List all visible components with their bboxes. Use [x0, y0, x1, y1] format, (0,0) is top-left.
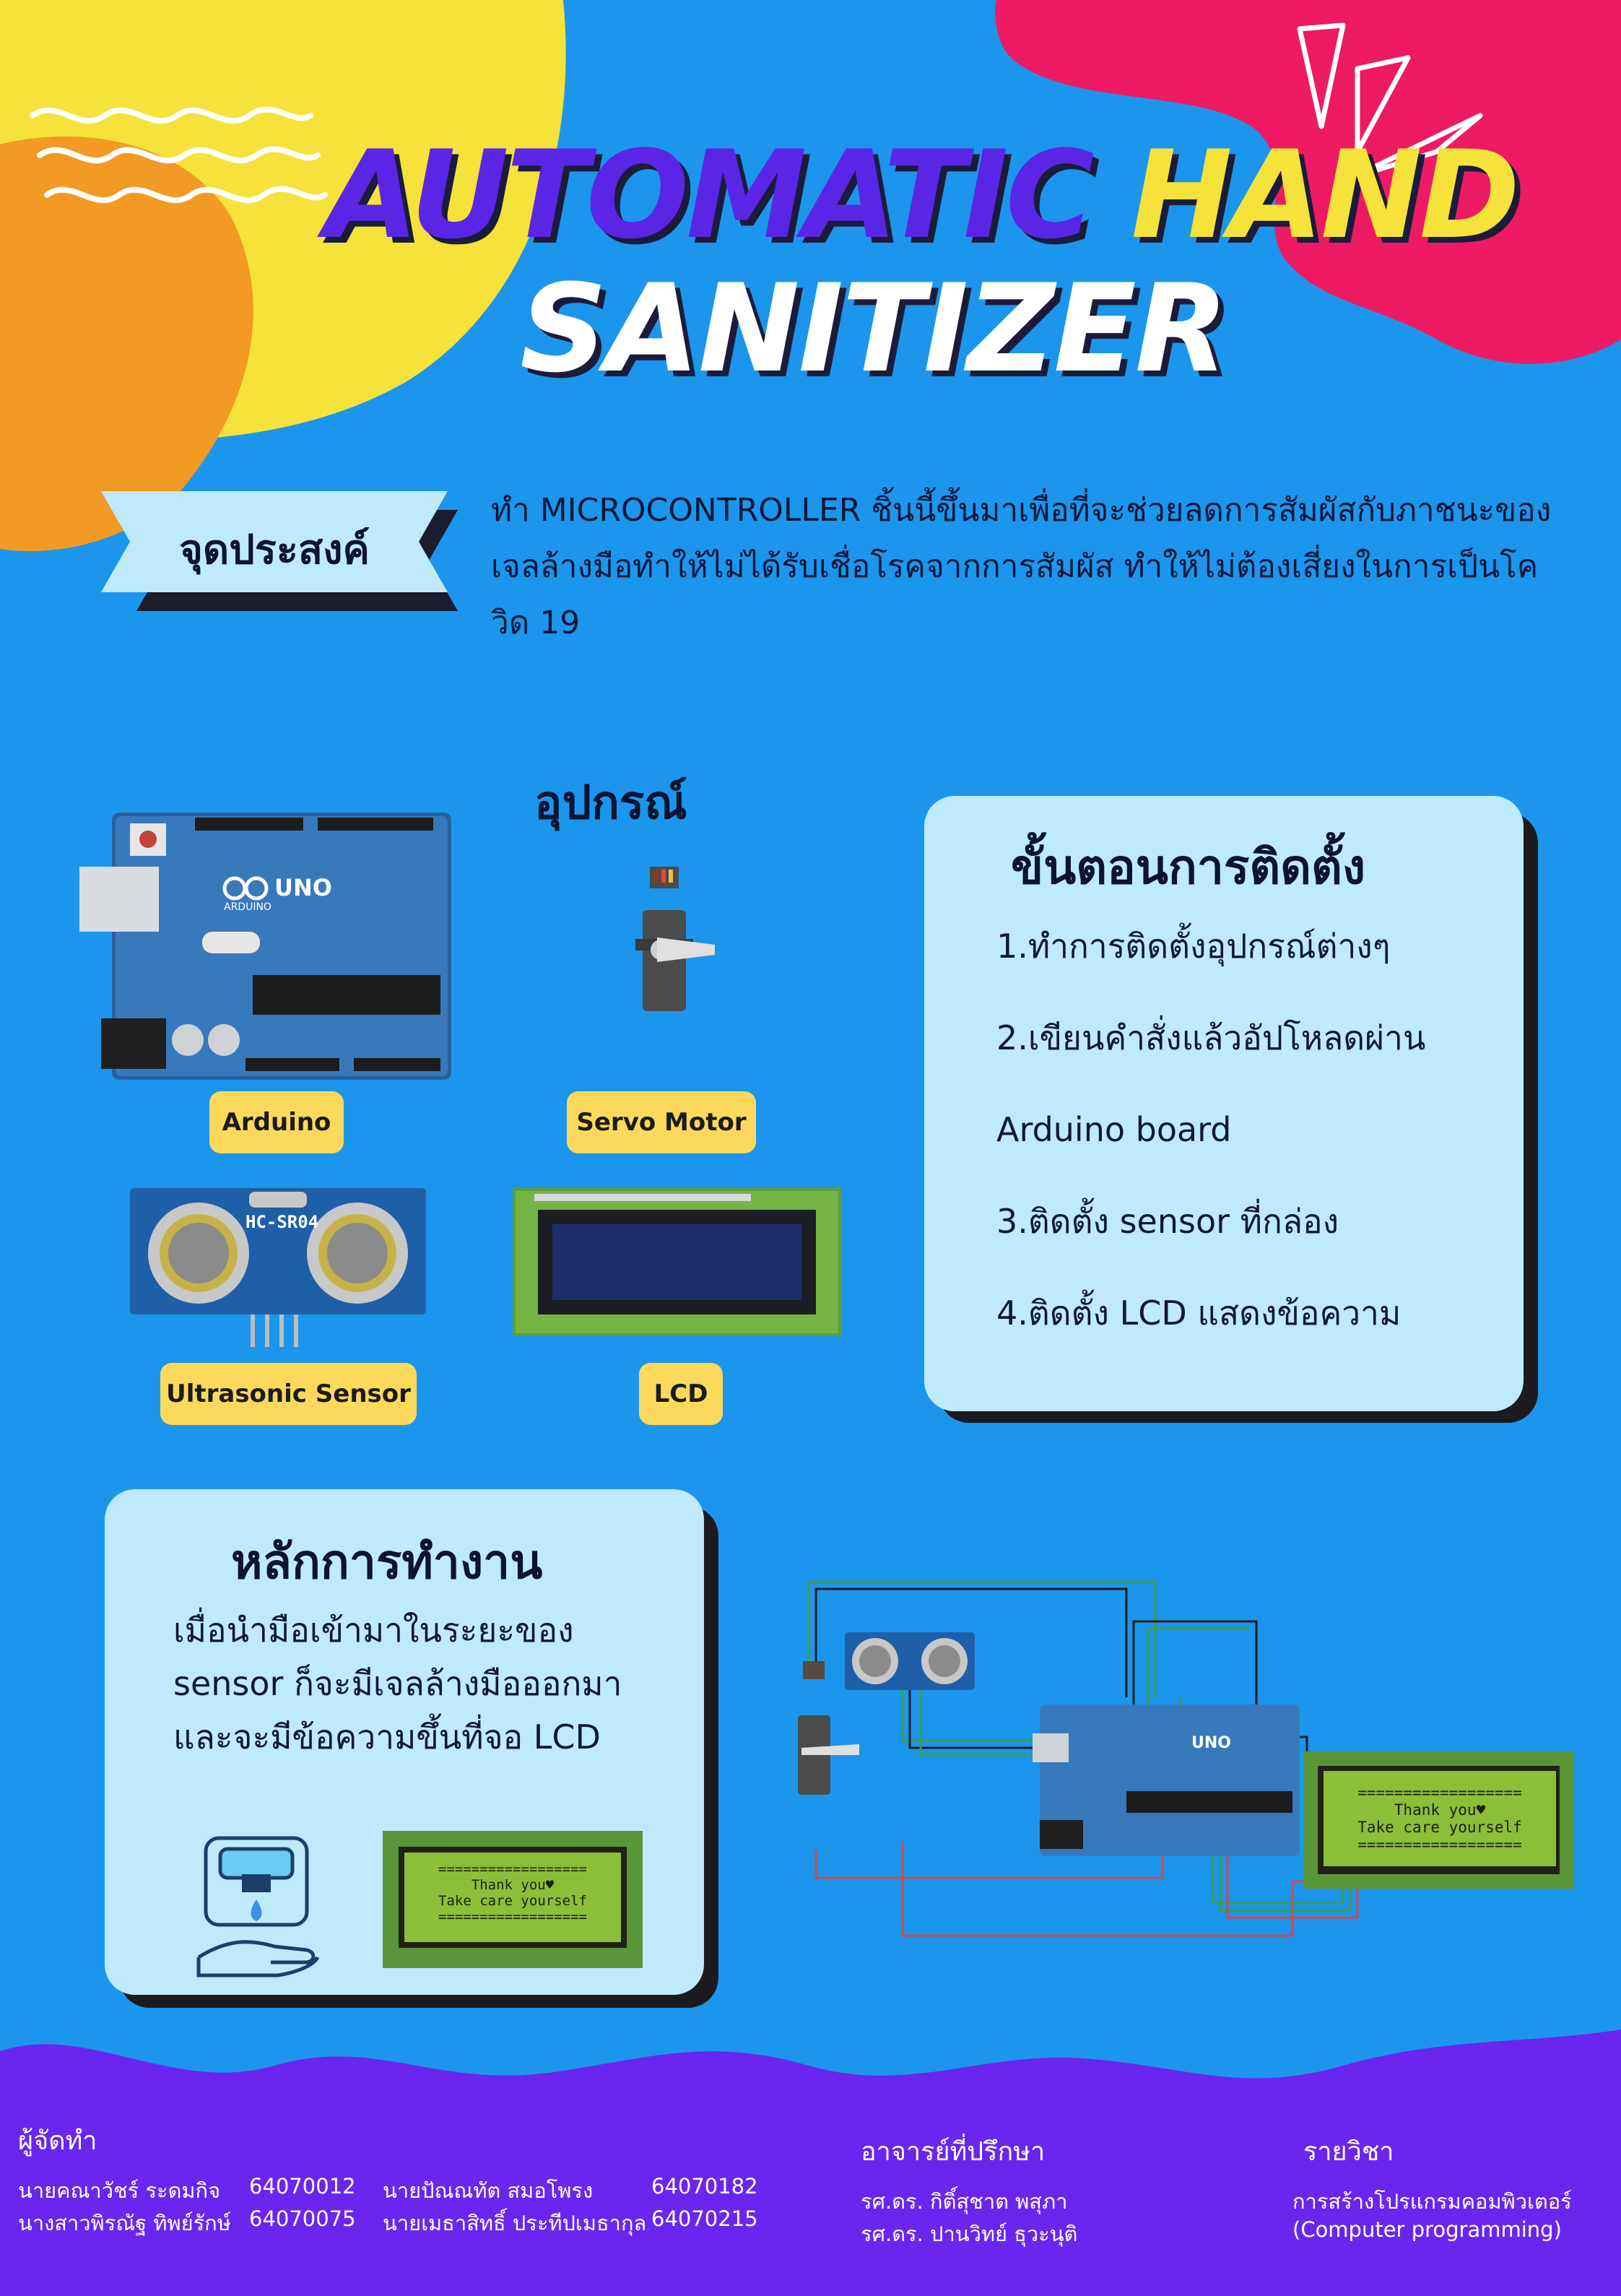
install-step: 2.เขียนคำสั่งแล้วอัปโหลดผ่าน: [996, 1018, 1426, 1057]
principle-lcd-screen: ================== Thank you♥ Take care …: [404, 1853, 621, 1942]
poster: AUTOMATIC HAND SANITIZER จุดประสงค์ ทำ M…: [0, 0, 1621, 2296]
title-hand: HAND: [1131, 124, 1520, 266]
orange-blob: [0, 136, 253, 552]
arduino-uno-text: UNO: [274, 874, 332, 901]
principle-lcd-frame: ================== Thank you♥ Take care …: [383, 1831, 643, 1968]
lcd-border-bottom: ==================: [1357, 1836, 1522, 1853]
advisor-title: อาจารย์ที่ปรึกษา: [861, 2137, 1046, 2167]
servo-motor-image: [635, 867, 715, 1011]
course-title: รายวิชา: [1303, 2137, 1394, 2167]
objective-label: จุดประสงค์: [179, 526, 370, 573]
advisor-name: รศ.ดร. ปานวิทย์ ธุวะนุติ: [861, 2222, 1078, 2246]
advisor-name: รศ.ดร. กิติ์สุชาต พสุภา: [861, 2189, 1068, 2214]
organizer-name: นายเมธาสิทธิ์ ประทีปเมธากุล: [383, 2211, 647, 2235]
lcd-border-top: ==================: [438, 1861, 587, 1877]
equipment-label-arduino: Arduino: [209, 1091, 344, 1153]
lcd-line-1: Thank you♥: [1394, 1801, 1486, 1819]
equipment-label-servo: Servo Motor: [567, 1091, 756, 1153]
principle-text: เมื่อนำมือเข้ามาในระยะของ sensor ก็จะมีเ…: [173, 1603, 693, 1764]
organizer-name: นายปัณณทัต สมอโพรง: [383, 2178, 594, 2203]
install-step: 1.ทำการติดตั้งอุปกรณ์ต่างๆ: [996, 927, 1391, 966]
arduino-board-image: UNO ARDUINO: [79, 813, 451, 1080]
circuit-diagram: UNO: [798, 1580, 1574, 1937]
course-name-english: (Computer programming): [1292, 2217, 1562, 2242]
install-step: 3.ติดตั้ง sensor ที่กล่อง: [996, 1202, 1339, 1241]
organizer-id: 64070215: [651, 2206, 758, 2231]
organizer-id: 64070012: [249, 2174, 356, 2198]
title-line-1: AUTOMATIC HAND: [325, 123, 1520, 267]
equipment-label-lcd: LCD: [639, 1363, 723, 1425]
install-step: 4.ติดตั้ง LCD แสดงข้อความ: [996, 1294, 1401, 1333]
lcd-line-2: Take care yourself: [1357, 1819, 1522, 1836]
ultrasonic-sensor-image: HC-SR04: [130, 1188, 426, 1347]
principle-line: เมื่อนำมือเข้ามาในระยะของ: [173, 1611, 574, 1650]
objective-text: ทำ MICROCONTROLLER ชิ้นนี้ขึ้นมาเพื่อที่…: [491, 492, 1552, 641]
organizer-name: นางสาวพิรณัฐ ทิพย์รักษ์: [18, 2211, 231, 2235]
equipment-label-ultrasonic: Ultrasonic Sensor: [160, 1363, 417, 1425]
install-title: ขั้นตอนการติดตั้ง: [1011, 839, 1366, 895]
organizer-id: 64070075: [249, 2206, 356, 2231]
organizers-title: ผู้จัดทำ: [18, 2126, 97, 2156]
circuit-arduino-uno-text: UNO: [1191, 1734, 1231, 1752]
lcd-line-1: Thank you♥: [471, 1877, 555, 1893]
principle-line: และจะมีข้อความขึ้นที่จอ LCD: [173, 1717, 601, 1756]
lcd-image: [513, 1188, 841, 1336]
equipment-title: อุปกรณ์: [534, 776, 687, 830]
hand-sanitizer-icon: [196, 1836, 320, 1977]
install-steps: 1.ทำการติดตั้งอุปกรณ์ต่างๆ 2.เขียนคำสั่ง…: [996, 924, 1502, 1383]
organizer-id: 64070182: [651, 2174, 758, 2198]
lcd-border-top: ==================: [1357, 1784, 1522, 1801]
arduino-brand-text: ARDUINO: [224, 901, 271, 913]
circuit-lcd-screen: ================== Thank you♥ Take care …: [1324, 1771, 1556, 1866]
sensor-board-text: HC-SR04: [245, 1212, 318, 1232]
title-line-2: SANITIZER: [520, 258, 1228, 399]
lcd-border-bottom: ==================: [438, 1909, 587, 1925]
course-name: การสร้างโปรแกรมคอมพิวเตอร์: [1292, 2189, 1572, 2214]
title-automatic: AUTOMATIC: [325, 124, 1095, 266]
principle-line: sensor ก็จะมีเจลล้างมือออกมา: [173, 1664, 622, 1703]
lcd-line-2: Take care yourself: [438, 1893, 587, 1909]
install-step: Arduino board: [996, 1110, 1232, 1149]
principle-title: หลักการทำงาน: [231, 1534, 543, 1590]
